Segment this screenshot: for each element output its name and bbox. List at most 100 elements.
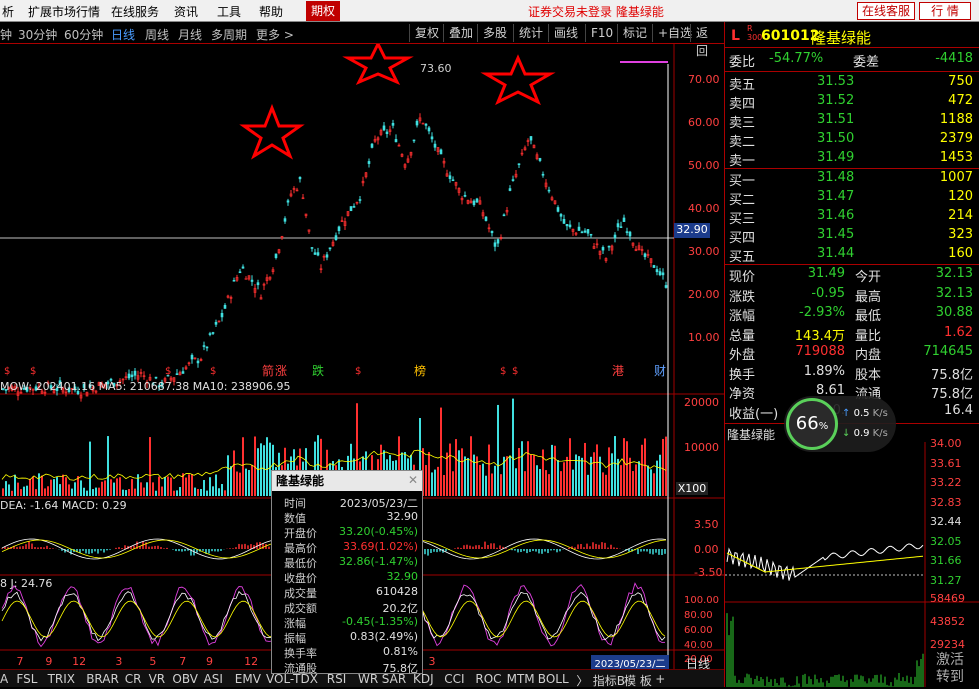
- event-marker[interactable]: 榜: [414, 362, 426, 379]
- period-week[interactable]: 周线: [145, 26, 169, 43]
- price-axis-tick: 40.00: [688, 202, 720, 215]
- kdj-axis-tick: 100.00: [684, 595, 719, 606]
- volume-axis-tick: 20000: [684, 396, 719, 409]
- period-more[interactable]: 更多 >: [256, 26, 294, 43]
- event-marker[interactable]: 跌: [312, 362, 324, 379]
- indicator-tab[interactable]: MTM: [507, 672, 535, 686]
- indicator-tab[interactable]: VR: [149, 672, 166, 686]
- tooltip-row: 换手率 0.81%: [284, 645, 418, 660]
- toolbar-f10[interactable]: F10: [585, 24, 618, 42]
- menu-item-help[interactable]: 帮助: [259, 3, 283, 20]
- quote-stat-row: 涨幅 -2.93% 最低 30.88: [729, 305, 973, 324]
- close-icon[interactable]: ✕: [408, 473, 418, 487]
- menu-item-tools[interactable]: 工具: [217, 3, 241, 20]
- intraday-axis-tick: 32.05: [930, 534, 962, 548]
- indicator-tab[interactable]: A: [0, 672, 8, 686]
- intraday-volume-tick: 43852: [930, 615, 965, 628]
- intraday-axis-tick: 31.27: [930, 573, 962, 587]
- intraday-volume-bars: [726, 613, 924, 687]
- svg-text:$: $: [4, 366, 10, 377]
- tooltip-row: 流通股 75.8亿: [284, 662, 418, 675]
- date-axis-tick: 3: [428, 655, 436, 668]
- date-axis-tick: 7: [179, 655, 187, 668]
- indicator-tab[interactable]: ROC: [475, 672, 501, 686]
- date-axis-tick: 7: [16, 655, 24, 668]
- ask-level-row[interactable]: 卖五 31.53 750: [727, 74, 977, 94]
- bid-level-row[interactable]: 买二 31.47 120: [727, 189, 977, 209]
- indicator-tab[interactable]: TRIX: [48, 672, 75, 686]
- bid-level-row[interactable]: 买四 31.45 323: [727, 227, 977, 247]
- ask-level-row[interactable]: 卖一 31.49 1453: [727, 150, 977, 170]
- indicator-tab[interactable]: 〉: [576, 672, 588, 689]
- upload-arrow-icon: ↑: [842, 408, 851, 419]
- indicator-tab[interactable]: FSL: [16, 672, 37, 686]
- period-minute[interactable]: 钟: [0, 26, 12, 43]
- volume-axis-tick: 10000: [684, 441, 719, 454]
- network-load-gauge: 66%: [786, 398, 838, 450]
- tooltip-row: 开盘价 33.20(-0.45%): [284, 525, 418, 540]
- bid-level-row[interactable]: 买五 31.44 160: [727, 246, 977, 266]
- price-axis-tick: 30.00: [688, 245, 720, 258]
- indicator-tab[interactable]: BRAR: [86, 672, 119, 686]
- options-tab[interactable]: 期权: [306, 1, 340, 21]
- quote-stat-row: 换手 1.89% 股本 75.8亿: [729, 363, 973, 383]
- kdj-axis-tick: 40.00: [684, 640, 713, 651]
- indicator-tab[interactable]: EMV: [235, 672, 261, 686]
- kdj-axis-tick: 80.00: [684, 610, 713, 621]
- volume-indicator-label: MOW: 202401.16 MA5: 210687.38 MA10: 2389…: [0, 380, 291, 393]
- tooltip-row: 最低价 32.86(-1.47%): [284, 555, 418, 570]
- svg-text:$: $: [355, 366, 361, 377]
- bid-level-row[interactable]: 买三 31.46 214: [727, 208, 977, 228]
- period-60min[interactable]: 60分钟: [64, 26, 103, 43]
- indicator-tab[interactable]: OBV: [172, 672, 198, 686]
- menu-item[interactable]: 析: [2, 3, 14, 20]
- toolbar-mark[interactable]: 标记: [617, 24, 652, 42]
- menu-bar: 析 扩展市场行情 在线服务 资讯 工具 帮助 期权 证券交易未登录 隆基绿能 在…: [0, 0, 979, 22]
- intraday-volume-tick: 58469: [930, 592, 965, 605]
- event-marker[interactable]: 财: [654, 362, 666, 379]
- period-day[interactable]: 日线: [111, 26, 135, 43]
- menu-item-online[interactable]: 在线服务: [111, 3, 159, 20]
- toolbar-overlay[interactable]: 叠加: [443, 24, 478, 42]
- indicator-tab[interactable]: ASI: [204, 672, 223, 686]
- price-axis-tick: 10.00: [688, 331, 720, 344]
- data-tooltip-window[interactable]: 隆基绿能 ✕ 时间 2023/05/23/二 数值 32.90 开盘价 33.20(-0.…: [271, 470, 423, 675]
- indicator-tab[interactable]: CR: [125, 672, 142, 686]
- quote-button[interactable]: 行 情: [919, 2, 971, 20]
- event-marker[interactable]: 港: [612, 362, 624, 379]
- tooltip-row: 收盘价 32.90: [284, 570, 418, 585]
- ask-level-row[interactable]: 卖三 31.51 1188: [727, 112, 977, 132]
- indicator-tab[interactable]: BOLL: [538, 672, 569, 686]
- toolbar-draw[interactable]: 画线: [548, 24, 583, 42]
- svg-text:$: $: [500, 366, 506, 377]
- toolbar-back[interactable]: 返回: [690, 24, 724, 58]
- indicator-tab[interactable]: 模 板: [624, 672, 652, 689]
- tooltip-title: 隆基绿能: [272, 471, 422, 491]
- indicator-tab[interactable]: +: [655, 672, 665, 686]
- menu-item-news[interactable]: 资讯: [174, 3, 198, 20]
- toolbar-stats[interactable]: 统计: [513, 24, 548, 42]
- indicator-tab[interactable]: CCI: [444, 672, 464, 686]
- quote-stat-row: 总量 143.4万 量比 1.62: [729, 324, 973, 344]
- price-axis-tick: 70.00: [688, 73, 720, 86]
- toolbar-multi-stock[interactable]: 多股: [477, 24, 512, 42]
- price-axis-tick: 50.00: [688, 159, 720, 172]
- period-30min[interactable]: 30分钟: [18, 26, 57, 43]
- period-month[interactable]: 月线: [178, 26, 202, 43]
- svg-text:$: $: [210, 366, 216, 377]
- online-service-button[interactable]: 在线客服: [857, 2, 916, 20]
- macd-axis-tick: -3.50: [694, 566, 723, 579]
- menu-item-market[interactable]: 扩展市场行情: [28, 3, 100, 20]
- date-axis-tick: 9: [45, 655, 53, 668]
- toolbar-restore-rights[interactable]: 复权: [409, 24, 444, 42]
- network-speed-widget[interactable]: 66% ↑ 0.5 K/s ↓ 0.9 K/s: [784, 396, 896, 452]
- indicator-tab[interactable]: 指标B: [593, 672, 625, 689]
- event-marker[interactable]: 箭: [262, 362, 274, 379]
- ask-level-row[interactable]: 卖二 31.50 2379: [727, 131, 977, 151]
- tooltip-row: 最高价 33.69(1.02%): [284, 540, 418, 555]
- ask-level-row[interactable]: 卖四 31.52 472: [727, 93, 977, 113]
- period-multi[interactable]: 多周期: [211, 26, 247, 43]
- bid-level-row[interactable]: 买一 31.48 1007: [727, 170, 977, 190]
- event-marker[interactable]: 涨: [275, 362, 287, 379]
- date-axis-current: 2023/05/23/二: [591, 655, 669, 670]
